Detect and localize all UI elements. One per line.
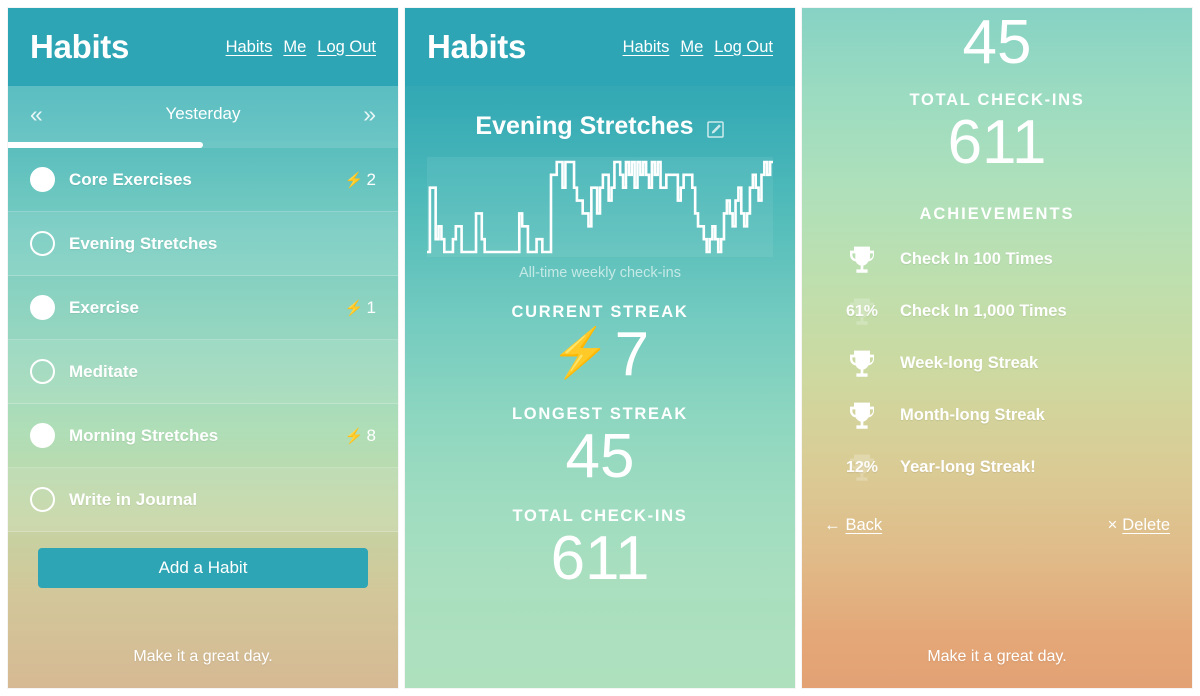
habit-streak: ⚡ 2 [345,170,376,190]
achievements-heading: ACHIEVEMENTS [919,204,1075,223]
habit-streak-count: 2 [366,169,376,189]
habit-name: Core Exercises [69,169,192,189]
habit-detail-title-row: Evening Stretches [405,86,795,157]
achievement-row: 61% Check In 1,000 Times [842,290,1170,334]
habit-detail-title: Evening Stretches [475,112,694,140]
achievement-row: Week-long Streak [842,342,1170,386]
nav-link-me[interactable]: Me [680,38,703,57]
nav-link-logout[interactable]: Log Out [317,38,376,57]
lightning-bolt-icon: ⚡ [344,427,364,445]
achievement-name: Check In 1,000 Times [900,302,1067,321]
habit-checked-icon[interactable] [30,295,55,320]
back-link[interactable]: ← Back [824,516,882,535]
trophy-icon [842,400,882,432]
close-icon: × [1107,515,1118,534]
trophy-icon [842,348,882,380]
add-habit-button[interactable]: Add a Habit [38,548,368,588]
habit-streak-count: 1 [366,297,376,317]
delete-link[interactable]: × Delete [1108,516,1170,535]
current-streak-value-row: ⚡ 7 [405,322,795,387]
back-label: Back [845,515,883,534]
trophy-icon [842,244,882,276]
prev-day-icon[interactable]: « [30,102,43,126]
footer-message: Make it a great day. [927,648,1067,665]
achievement-name: Year-long Streak! [900,458,1036,477]
habit-unchecked-icon[interactable] [30,487,55,512]
longest-streak-value: 45 [962,8,1032,77]
add-habit-wrap: Add a Habit [8,532,398,588]
panel-habit-detail: Habits Habits Me Log Out Evening Stretch… [405,8,795,688]
lightning-bolt-icon: ⚡ [550,327,611,381]
habit-row[interactable]: Morning Stretches ⚡ 8 [8,404,398,468]
habit-name: Meditate [69,361,138,381]
achievement-name: Check In 100 Times [900,250,1053,269]
habit-row[interactable]: Exercise ⚡ 1 [8,276,398,340]
current-streak-value: 7 [614,320,650,389]
footer-message: Make it a great day. [133,648,273,665]
day-progress-fill [8,142,203,148]
achievement-row: Check In 100 Times [842,238,1170,282]
next-day-icon[interactable]: » [363,102,376,126]
panel-habits-list: Habits Habits Me Log Out « Yesterday » C… [8,8,398,688]
nav-link-habits[interactable]: Habits [226,38,273,57]
chart-svg [427,157,773,257]
detail-actions: ← Back × Delete [824,516,1170,535]
habit-unchecked-icon[interactable] [30,359,55,384]
achievement-row: Month-long Streak [842,394,1170,438]
achievement-name: Month-long Streak [900,406,1045,425]
back-arrow-icon: ← [824,515,841,534]
habit-streak: ⚡ 8 [345,426,376,446]
panel-habit-achievements: 45 TOTAL CHECK-INS 611 ACHIEVEMENTS Chec… [802,8,1192,688]
current-date-label: Yesterday [165,104,241,123]
achievement-name: Week-long Streak [900,354,1039,373]
chart-caption: All-time weekly check-ins [519,265,681,281]
habit-streak: ⚡ 1 [345,298,376,318]
day-progress-bar [8,142,398,148]
achievement-progress-percent: 12% [845,458,879,476]
nav-link-habits[interactable]: Habits [623,38,670,57]
current-streak-label: CURRENT STREAK [511,303,689,321]
trophy-icon: 61% [842,296,882,328]
app-brand: Habits [30,28,130,65]
edit-pencil-icon[interactable] [706,117,725,138]
app-header: Habits Habits Me Log Out [405,8,795,86]
header-nav: Habits Me Log Out [226,38,376,57]
app-brand: Habits [427,28,527,65]
habit-checked-icon[interactable] [30,167,55,192]
total-checkins-value: 611 [550,524,650,594]
lightning-bolt-icon: ⚡ [344,171,364,189]
habit-checked-icon[interactable] [30,423,55,448]
habit-unchecked-icon[interactable] [30,231,55,256]
header-nav: Habits Me Log Out [623,38,773,57]
habit-row[interactable]: Evening Stretches [8,212,398,276]
achievement-progress-percent: 61% [845,302,879,320]
trophy-icon: 12% [842,452,882,484]
habit-row[interactable]: Write in Journal [8,468,398,532]
habit-streak-count: 8 [366,425,376,445]
weekly-checkins-chart [427,157,773,257]
nav-link-logout[interactable]: Log Out [714,38,773,57]
habit-name: Exercise [69,297,139,317]
nav-link-me[interactable]: Me [283,38,306,57]
delete-label: Delete [1122,515,1170,534]
achievements-list: Check In 100 Times 61% Check In 1,000 Time… [824,238,1170,490]
habit-row[interactable]: Core Exercises ⚡ 2 [8,148,398,212]
screenshot-stage: Habits Habits Me Log Out « Yesterday » C… [0,0,1200,696]
habit-name: Morning Stretches [69,425,219,445]
habit-row[interactable]: Meditate [8,340,398,404]
habit-name: Evening Stretches [69,233,218,253]
date-navigator: « Yesterday » [8,86,398,142]
habit-list: Core Exercises ⚡ 2 Evening Stretches Exercis… [8,148,398,532]
lightning-bolt-icon: ⚡ [344,299,364,317]
habit-name: Write in Journal [69,489,198,509]
achievement-row: 12% Year-long Streak! [842,446,1170,490]
total-checkins-value: 611 [947,107,1047,177]
app-header: Habits Habits Me Log Out [8,8,398,86]
longest-streak-value: 45 [565,422,635,492]
